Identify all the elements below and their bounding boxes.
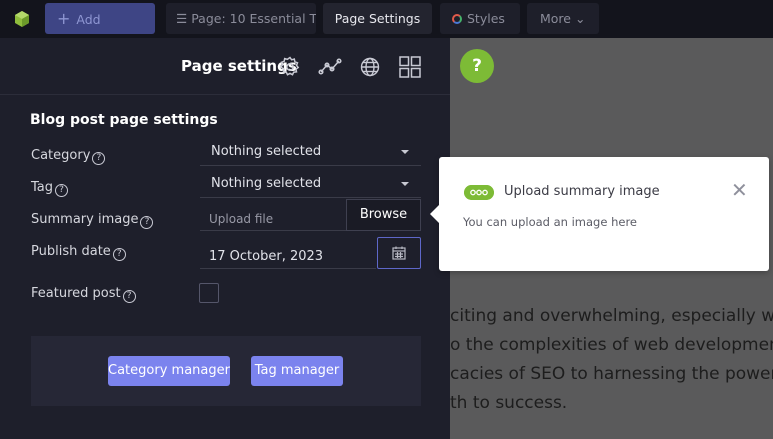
tooltip-title: Upload summary image [504, 184, 660, 199]
preview-line: citing and overwhelming, especially whe [450, 306, 773, 326]
preview-text: citing and overwhelming, especially whe … [450, 302, 773, 418]
palette-icon [452, 14, 462, 24]
close-icon[interactable]: ✕ [731, 180, 748, 200]
gear-icon[interactable] [278, 55, 302, 79]
featured-post-label-text: Featured post [31, 286, 121, 301]
app-logo-icon[interactable] [13, 10, 31, 28]
styles-label: Styles [467, 11, 505, 26]
tooltip-body: You can upload an image here [463, 215, 637, 229]
category-select[interactable]: Nothing selected [200, 138, 421, 166]
help-circle-icon[interactable]: ? [92, 152, 106, 165]
page-icon: ☰ [176, 11, 192, 26]
help-circle-icon[interactable]: ? [55, 184, 69, 197]
page-settings-panel: Page settings Blog post page settings Ca… [0, 38, 450, 439]
calendar-icon [392, 246, 406, 260]
upload-summary-tooltip: Upload summary image ✕ You can upload an… [430, 157, 769, 271]
publish-date-label: Publish date? [31, 244, 126, 261]
calendar-button[interactable] [377, 237, 421, 269]
upload-file-input[interactable]: Upload file [200, 199, 346, 231]
section-title: Blog post page settings [30, 112, 218, 128]
preview-line: th to success. [450, 393, 568, 413]
grid-icon[interactable] [398, 55, 422, 79]
caret-down-icon [401, 150, 409, 154]
help-button[interactable]: ? [460, 49, 494, 83]
help-circle-icon[interactable]: ? [122, 290, 136, 303]
publish-date-input[interactable]: 17 October, 2023 [200, 238, 376, 269]
category-label: Category? [31, 148, 106, 165]
seo-globe-icon[interactable] [358, 55, 382, 79]
step-dots-icon [464, 185, 494, 200]
category-label-text: Category [31, 148, 91, 163]
manager-box: Category manager Tag manager [31, 336, 421, 406]
plus-icon: + [57, 9, 71, 28]
preview-line: o the complexities of web development, t [450, 335, 773, 355]
more-label: More [540, 11, 571, 26]
chevron-down-icon: ⌄ [571, 11, 586, 26]
summary-image-label-text: Summary image [31, 212, 139, 227]
preview-line: cacies of SEO to harnessing the power o [450, 364, 773, 384]
browse-button[interactable]: Browse [346, 199, 421, 231]
tag-label-text: Tag [31, 180, 54, 195]
category-value: Nothing selected [211, 144, 322, 159]
panel-divider [0, 94, 450, 95]
styles-button[interactable]: Styles [440, 3, 520, 34]
featured-post-checkbox[interactable] [199, 283, 219, 303]
page-settings-button[interactable]: Page Settings [323, 3, 432, 34]
category-manager-button[interactable]: Category manager [108, 356, 230, 386]
tag-manager-button[interactable]: Tag manager [251, 356, 343, 386]
help-circle-icon[interactable]: ? [112, 248, 126, 261]
tag-label: Tag? [31, 180, 69, 197]
caret-down-icon [401, 182, 409, 186]
summary-image-label: Summary image? [31, 212, 154, 229]
featured-post-label: Featured post? [31, 286, 136, 303]
publish-date-label-text: Publish date [31, 244, 111, 259]
more-button[interactable]: More ⌄ [527, 3, 599, 34]
top-toolbar: +Add Element ☰ Page: 10 Essential Tips P… [0, 0, 773, 58]
help-circle-icon[interactable]: ? [140, 216, 154, 229]
analytics-icon[interactable] [318, 55, 342, 79]
tag-value: Nothing selected [211, 176, 322, 191]
page-selector-button[interactable]: ☰ Page: 10 Essential Tips [166, 3, 316, 34]
add-element-button[interactable]: +Add Element [45, 3, 155, 58]
page-selector-label: Page: 10 Essential Tips [191, 11, 316, 26]
tag-select[interactable]: Nothing selected [200, 170, 421, 198]
